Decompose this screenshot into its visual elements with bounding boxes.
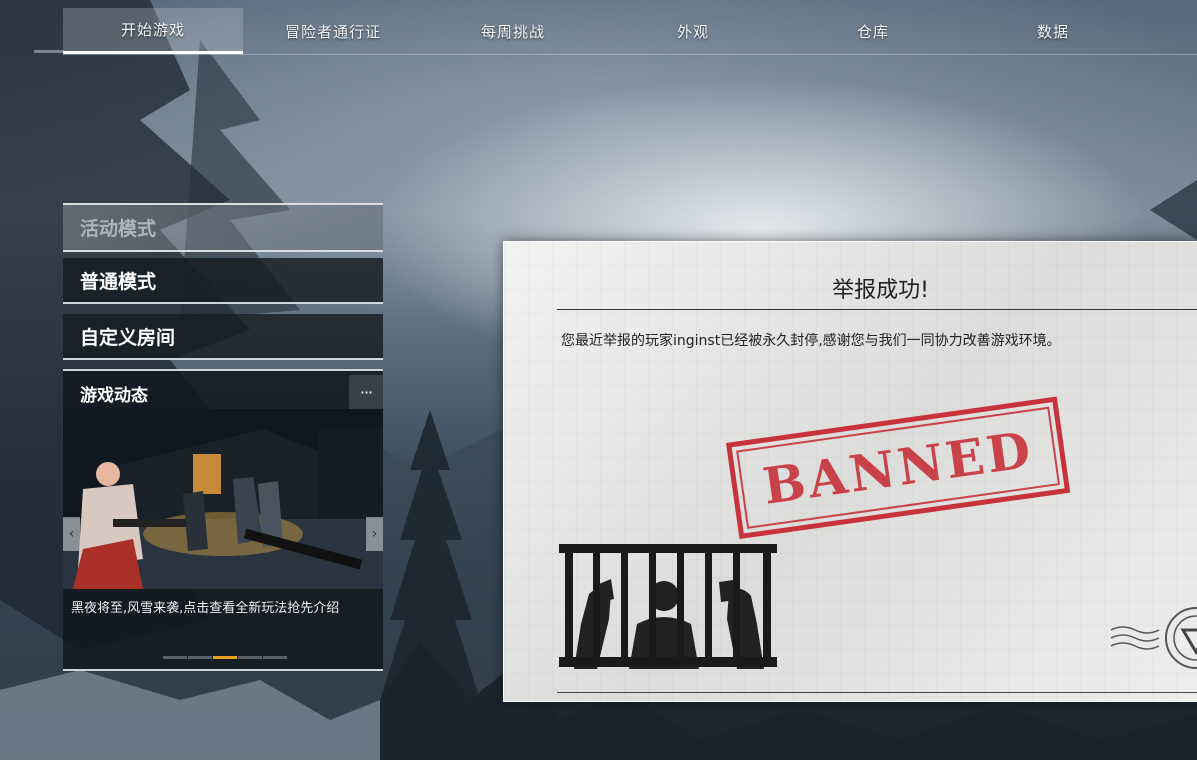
news-next-button[interactable]: ›	[366, 517, 383, 551]
news-panel: 游戏动态 ··· ‹ › 黑夜将至,风雪来袭,点击查看全新玩法抢先介绍	[63, 369, 383, 671]
tab-stats[interactable]: 数据	[963, 8, 1143, 54]
tab-start-game[interactable]: 开始游戏	[63, 8, 243, 54]
carousel-dot[interactable]	[263, 656, 287, 659]
normal-mode-button[interactable]: 普通模式	[63, 258, 383, 304]
carousel-indicator	[163, 656, 287, 659]
night-scene-illustration	[63, 409, 383, 589]
news-more-button[interactable]: ···	[349, 375, 383, 409]
dialog-message: 您最近举报的玩家inginst已经被永久封停,感谢您与我们一同协力改善游戏环境。	[561, 333, 1061, 349]
chevron-left-icon: ‹	[68, 526, 75, 542]
news-title: 游戏动态	[80, 386, 148, 406]
dialog-bottom-divider	[557, 692, 1197, 693]
nav-decoration-dash	[34, 50, 64, 53]
tab-warehouse[interactable]: 仓库	[783, 8, 963, 54]
chevron-right-icon: ›	[371, 526, 378, 542]
carousel-dot[interactable]	[188, 656, 212, 659]
news-caption[interactable]: 黑夜将至,风雪来袭,点击查看全新玩法抢先介绍	[71, 597, 339, 616]
jail-icon	[559, 544, 777, 669]
activity-mode-button[interactable]: 活动模式	[63, 203, 383, 252]
top-navigation: 开始游戏 冒险者通行证 每周挑战 外观 仓库 数据	[63, 8, 1197, 55]
news-prev-button[interactable]: ‹	[63, 517, 80, 551]
tab-appearance[interactable]: 外观	[603, 8, 783, 54]
news-banner-image[interactable]: ‹ ›	[63, 409, 383, 589]
tab-weekly-challenge[interactable]: 每周挑战	[423, 8, 603, 54]
banned-stamp-text: BANNED	[736, 406, 1061, 529]
dialog-title: 举报成功!	[832, 278, 929, 303]
carousel-dot[interactable]	[238, 656, 262, 659]
dialog-divider	[557, 309, 1197, 310]
postmark-icon	[1111, 607, 1197, 669]
carousel-dot-active[interactable]	[213, 656, 237, 659]
carousel-dot[interactable]	[163, 656, 187, 659]
tab-adventurer-pass[interactable]: 冒险者通行证	[243, 8, 423, 54]
report-success-dialog: 举报成功! 您最近举报的玩家inginst已经被永久封停,感谢您与我们一同协力改…	[503, 241, 1197, 702]
banned-stamp: BANNED	[726, 396, 1071, 540]
custom-room-button[interactable]: 自定义房间	[63, 314, 383, 360]
